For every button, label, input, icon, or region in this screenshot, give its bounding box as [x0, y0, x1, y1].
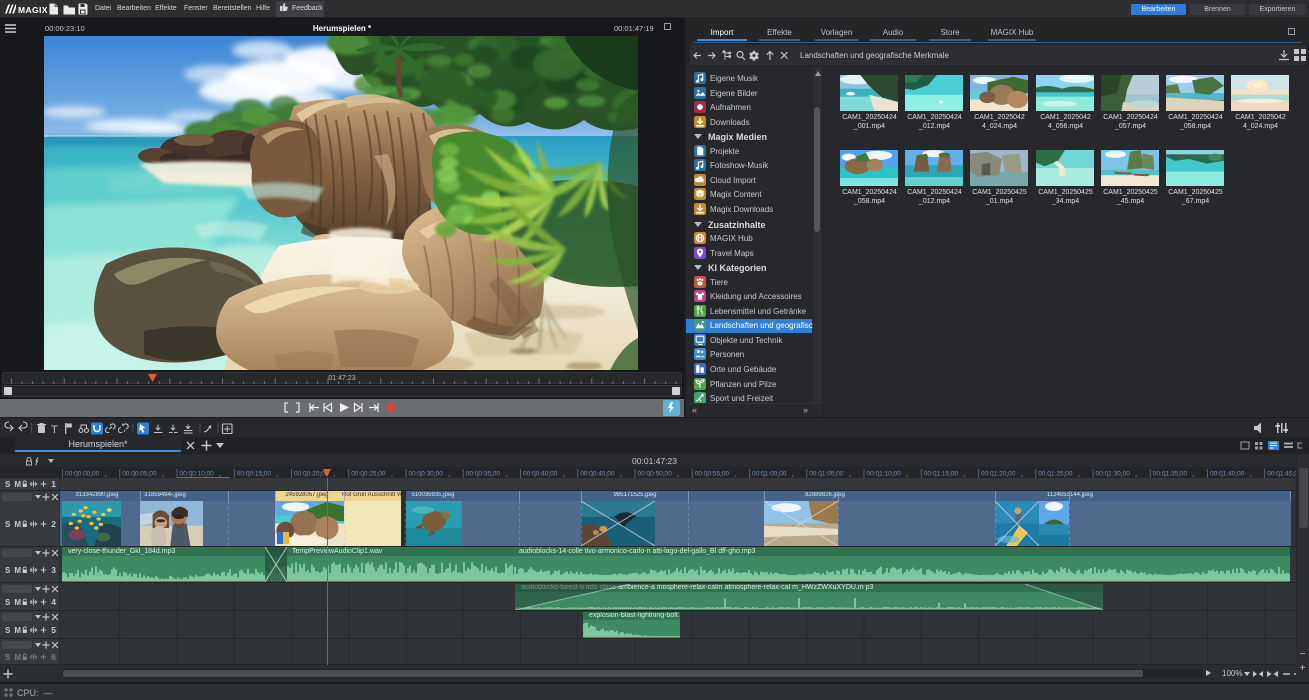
svg-text:00:01:10;00: 00:01:10;00 [867, 471, 902, 478]
svg-text:00:01:25;00: 00:01:25;00 [1038, 471, 1073, 478]
svg-text:00:00:45;00: 00:00:45;00 [580, 471, 615, 478]
svg-text:00:01:00;00: 00:01:00;00 [752, 471, 787, 478]
svg-text:00:00:35;00: 00:00:35;00 [466, 471, 501, 478]
svg-text:00:00:15;00: 00:00:15;00 [237, 471, 272, 478]
svg-text:00:01:20;00: 00:01:20;00 [981, 471, 1016, 478]
svg-text:T: T [51, 424, 58, 435]
svg-text:00:00:25;00: 00:00:25;00 [351, 471, 386, 478]
svg-text:00:01:40;00: 00:01:40;00 [1210, 471, 1245, 478]
svg-text:00:01:35;00: 00:01:35;00 [1153, 471, 1188, 478]
svg-text:00:01:05;00: 00:01:05;00 [809, 471, 844, 478]
svg-text:00:00:10;00: 00:00:10;00 [180, 471, 215, 478]
svg-text:00:00:05;00: 00:00:05;00 [122, 471, 157, 478]
svg-text:00:00:30;00: 00:00:30;00 [409, 471, 444, 478]
svg-text:00:00:00;00: 00:00:00;00 [65, 471, 100, 478]
svg-text:00:00:50;00: 00:00:50;00 [638, 471, 673, 478]
svg-text:00:00:55;00: 00:00:55;00 [695, 471, 730, 478]
svg-text:00:00:40;00: 00:00:40;00 [523, 471, 558, 478]
svg-text:00:01:30;00: 00:01:30;00 [1096, 471, 1131, 478]
svg-text:00:01:15;00: 00:01:15;00 [924, 471, 959, 478]
